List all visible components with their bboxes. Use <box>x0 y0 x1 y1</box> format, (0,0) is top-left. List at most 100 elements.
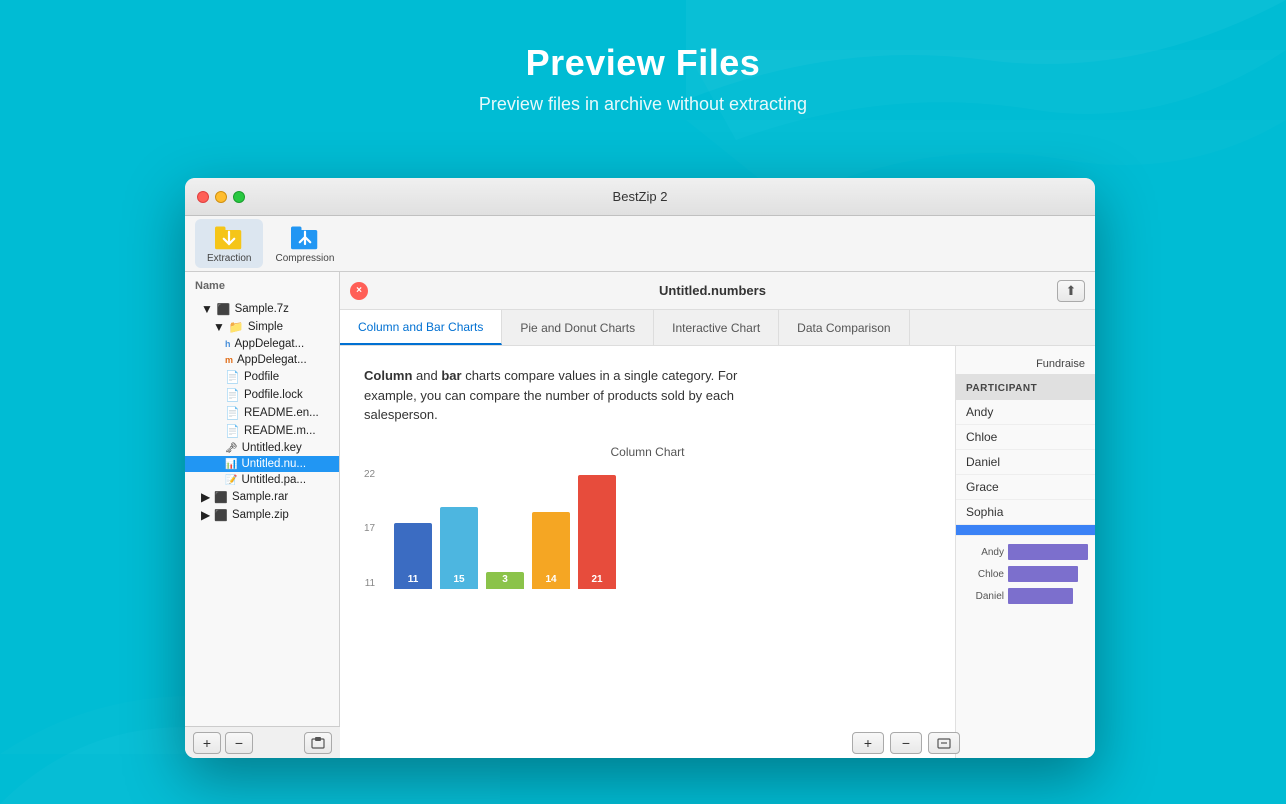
file-item-untitled-numbers[interactable]: 📊 Untitled.nu... <box>185 456 339 472</box>
expand-arrow-right-icon: ▶ <box>201 490 210 504</box>
file-label: Simple <box>248 321 283 333</box>
page-subtitle: Preview files in archive without extract… <box>0 94 1286 115</box>
page-title: Preview Files <box>0 42 1286 84</box>
participant-grace: Grace <box>956 475 1095 500</box>
numbers-left-panel: Column and bar charts compare values in … <box>340 346 955 758</box>
file-item-sample7z[interactable]: ▼ ⬛ Sample.7z <box>185 300 339 318</box>
file-item-sample-zip[interactable]: ▶ ⬛ Sample.zip <box>185 506 339 524</box>
column-chart-title: Column Chart <box>364 445 931 459</box>
file-label: README.m... <box>244 425 316 437</box>
participant-header: PARTICIPANT <box>966 383 1037 394</box>
file-label: Untitled.key <box>242 442 302 454</box>
minimize-window-button[interactable] <box>215 191 227 203</box>
tab-pie-donut-charts[interactable]: Pie and Donut Charts <box>502 310 654 345</box>
tab-label: Column and Bar Charts <box>358 320 483 334</box>
bottom-toolbar: + − + − <box>185 726 340 758</box>
file-item-untitled-key[interactable]: 🗝 Untitled.key <box>185 440 339 456</box>
file-label: Untitled.nu... <box>241 458 306 470</box>
file-label: Sample.7z <box>235 303 289 315</box>
add-button[interactable]: + <box>193 732 221 754</box>
fundraise-label: Fundraise <box>956 354 1095 374</box>
bar-1: 11 <box>394 469 432 589</box>
bar-value-3: 3 <box>502 574 508 585</box>
file-label: AppDelegat... <box>237 354 307 366</box>
file-icon: 📄 <box>225 388 240 402</box>
file-item-untitled-pages[interactable]: 📝 Untitled.pa... <box>185 472 339 488</box>
right-panel-bars: Andy Chloe Daniel <box>956 536 1095 618</box>
chart-bars: 11 15 <box>394 469 931 589</box>
expand-arrow-icon: ▼ <box>201 302 213 316</box>
file-type-icon: h <box>225 339 231 349</box>
file-label: Sample.rar <box>232 491 288 503</box>
rp-fill-chloe <box>1008 566 1078 582</box>
bar-4: 14 <box>532 469 570 589</box>
file-item-simple-folder[interactable]: ▼ 📁 Simple <box>185 318 339 336</box>
tab-data-comparison[interactable]: Data Comparison <box>779 310 909 345</box>
file-item-readme-md[interactable]: 📄 README.m... <box>185 422 339 440</box>
preview-content: Column and bar charts compare values in … <box>340 346 1095 758</box>
file-item-appdelegate-h[interactable]: h AppDelegat... <box>185 336 339 352</box>
file-item-podfile-lock[interactable]: 📄 Podfile.lock <box>185 386 339 404</box>
app-window: BestZip 2 Extraction Compression <box>185 178 1095 758</box>
maximize-window-button[interactable] <box>233 191 245 203</box>
expand-arrow-right-icon: ▶ <box>201 508 210 522</box>
page-header: Preview Files Preview files in archive w… <box>0 0 1286 131</box>
y-axis-22: 22 <box>364 469 375 480</box>
rp-bar-daniel: Daniel <box>962 588 1089 604</box>
file-item-sample-rar[interactable]: ▶ ⬛ Sample.rar <box>185 488 339 506</box>
tab-interactive-chart[interactable]: Interactive Chart <box>654 310 779 345</box>
file-item-podfile[interactable]: 📄 Podfile <box>185 368 339 386</box>
file-tree: ▼ ⬛ Sample.7z ▼ 📁 Simple h AppDelegat... <box>185 296 339 528</box>
bold-bar: bar <box>441 368 461 383</box>
remove-button[interactable]: − <box>225 732 253 754</box>
preview-pane: × Untitled.numbers ⬆ Column and Bar Char… <box>340 272 1095 758</box>
tab-label: Interactive Chart <box>672 321 760 335</box>
file-icon: 📄 <box>225 406 240 420</box>
bar-value-5: 21 <box>591 574 602 585</box>
file-icon: 📄 <box>225 370 240 384</box>
rp-bar-andy: Andy <box>962 544 1089 560</box>
fit-button[interactable] <box>928 732 960 754</box>
bar-5: 21 <box>578 469 616 589</box>
participant-sophia: Sophia <box>956 500 1095 525</box>
file-item-readme-en[interactable]: 📄 README.en... <box>185 404 339 422</box>
rp-fill-andy <box>1008 544 1088 560</box>
close-window-button[interactable] <box>197 191 209 203</box>
numbers-file-icon: 📊 <box>225 459 237 470</box>
archive-icon: ⬛ <box>217 303 231 316</box>
zip-icon: ⬛ <box>214 509 228 522</box>
zoom-in-button[interactable]: + <box>852 732 884 754</box>
file-label: Podfile.lock <box>244 389 303 401</box>
tab-label: Pie and Donut Charts <box>520 321 635 335</box>
tab-label: Data Comparison <box>797 321 890 335</box>
file-label: AppDelegat... <box>235 338 305 350</box>
compression-label: Compression <box>275 253 334 264</box>
rar-icon: ⬛ <box>214 491 228 504</box>
toolbar: Extraction Compression <box>185 216 1095 272</box>
file-label: Podfile <box>244 371 279 383</box>
file-icon: 📄 <box>225 424 240 438</box>
extraction-toolbar-item[interactable]: Extraction <box>195 219 263 268</box>
compression-toolbar-item[interactable]: Compression <box>263 219 346 268</box>
column-chart-section: Column Chart 22 17 11 <box>364 445 931 589</box>
file-label: README.en... <box>244 407 319 419</box>
stamp-button[interactable] <box>304 732 332 754</box>
preview-share-button[interactable]: ⬆ <box>1057 280 1085 302</box>
rp-bar-chloe: Chloe <box>962 566 1089 582</box>
sidebar-column-header: Name <box>185 272 339 296</box>
selected-row <box>956 525 1095 536</box>
preview-close-button[interactable]: × <box>350 282 368 300</box>
preview-title: Untitled.numbers <box>376 283 1049 298</box>
y-axis-17: 17 <box>364 523 375 534</box>
key-file-icon: 🗝 <box>225 443 238 454</box>
traffic-lights <box>197 191 245 203</box>
file-type-icon: m <box>225 355 233 365</box>
participant-chloe: Chloe <box>956 425 1095 450</box>
file-item-appdelegate-m[interactable]: m AppDelegat... <box>185 352 339 368</box>
folder-icon: 📁 <box>229 320 244 334</box>
compression-icon <box>291 223 319 251</box>
bar-3: 3 <box>486 469 524 589</box>
tab-column-bar-charts[interactable]: Column and Bar Charts <box>340 310 502 345</box>
preview-header: × Untitled.numbers ⬆ <box>340 272 1095 310</box>
zoom-out-button[interactable]: − <box>890 732 922 754</box>
